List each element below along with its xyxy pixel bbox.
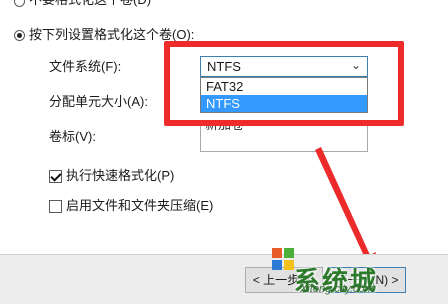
quick-format-checkbox[interactable] <box>49 170 62 183</box>
quick-format-label: 执行快速格式化(P) <box>66 168 175 183</box>
compression-checkbox[interactable] <box>49 200 62 213</box>
wizard-footer: < 上一步(B) 下一步(N) > <box>0 254 448 304</box>
watermark-url: Xitong city.com <box>300 283 374 295</box>
compression-label: 启用文件和文件夹压缩(E) <box>66 198 214 213</box>
